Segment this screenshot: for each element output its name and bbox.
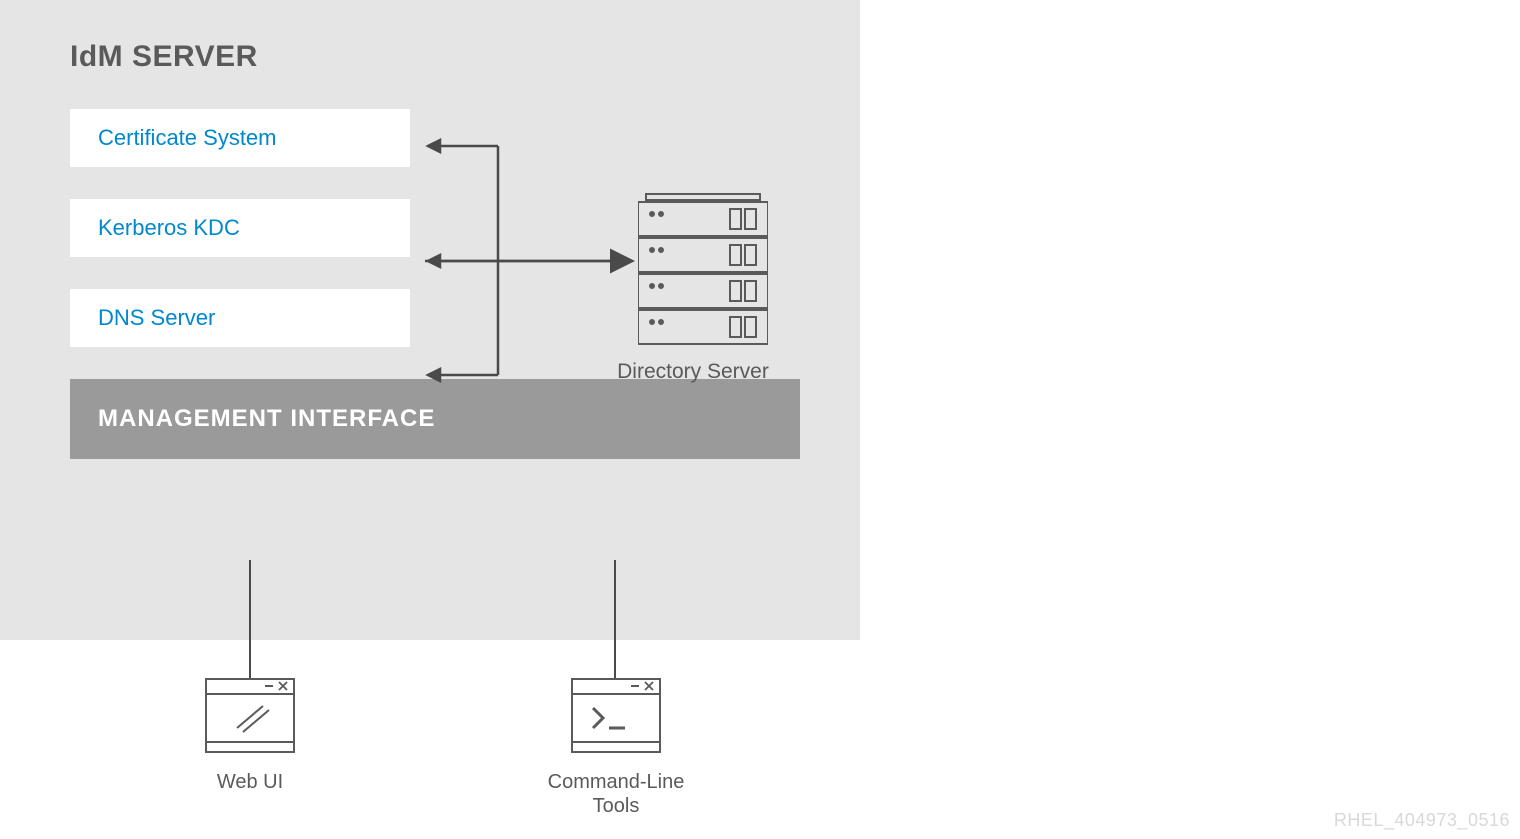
certificate-system-label: Certificate System (98, 125, 277, 151)
idm-server-container: IdM SERVER Certificate System Kerberos K… (0, 0, 860, 640)
web-ui-client: Web UI (200, 678, 300, 794)
management-interface-bar: MANAGEMENT INTERFACE (70, 379, 800, 459)
certificate-system-box: Certificate System (70, 109, 410, 167)
webui-connector-line (249, 560, 251, 678)
web-ui-label: Web UI (200, 770, 300, 794)
kerberos-kdc-label: Kerberos KDC (98, 215, 240, 241)
cli-label-line1: Command-Line (531, 770, 701, 794)
cli-label-line2: Tools (531, 794, 701, 818)
terminal-window-icon (571, 678, 661, 753)
server-title: IdM SERVER (70, 40, 790, 74)
footer-id: RHEL_404973_0516 (1334, 810, 1510, 831)
cli-client: Command-Line Tools (531, 678, 701, 818)
dns-server-box: DNS Server (70, 289, 410, 347)
browser-window-icon (205, 678, 295, 753)
management-interface-label: MANAGEMENT INTERFACE (98, 405, 435, 433)
kerberos-kdc-box: Kerberos KDC (70, 199, 410, 257)
directory-server-label: Directory Server (603, 360, 783, 384)
dns-server-label: DNS Server (98, 305, 215, 331)
directory-server-icon (638, 192, 768, 347)
cli-connector-line (614, 560, 616, 678)
